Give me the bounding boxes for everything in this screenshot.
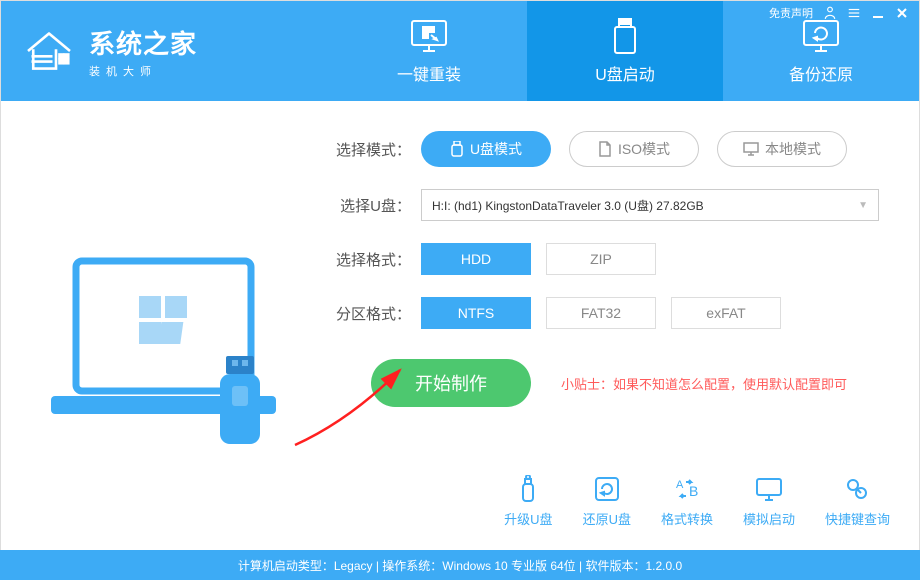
chevron-down-icon: ▼	[858, 200, 868, 211]
row-select-mode: 选择模式： U盘模式 ISO模式 本地模式	[331, 131, 879, 167]
format-zip-button[interactable]: ZIP	[546, 243, 656, 275]
logo-subtitle: 装机大师	[89, 63, 197, 79]
action-restore-usb[interactable]: 还原U盘	[583, 473, 631, 528]
action-label: 快捷键查询	[825, 509, 890, 528]
action-label: 模拟启动	[743, 509, 795, 528]
opt-label: FAT32	[581, 305, 621, 321]
row-select-usb: 选择U盘： H:I: (hd1) KingstonDataTraveler 3.…	[331, 189, 879, 221]
action-label: 格式转换	[661, 509, 713, 528]
logo-title: 系统之家	[89, 24, 197, 61]
action-label: 升级U盘	[504, 509, 552, 528]
illustration	[1, 131, 331, 531]
mode-usb-button[interactable]: U盘模式	[421, 131, 551, 167]
mode-btn-label: ISO模式	[618, 139, 670, 159]
partition-ntfs-button[interactable]: NTFS	[421, 297, 531, 329]
action-hotkey-query[interactable]: 快捷键查询	[825, 473, 890, 528]
label-select-mode: 选择模式：	[331, 139, 421, 160]
hotkey-icon	[843, 473, 871, 505]
convert-icon: AB	[672, 473, 702, 505]
header: 免责声明 系统之家 装机大师 一键重装 U盘启动	[1, 1, 919, 101]
usb-nav-icon	[610, 17, 640, 55]
opt-label: HDD	[461, 251, 491, 267]
monitor-reinstall-icon	[409, 17, 449, 55]
format-hdd-button[interactable]: HDD	[421, 243, 531, 275]
usb-upgrade-icon	[515, 473, 541, 505]
label-select-format: 选择格式：	[331, 249, 421, 270]
svg-text:B: B	[689, 483, 698, 499]
tab-label: 备份还原	[789, 61, 853, 85]
tip-text: 小贴士：如果不知道怎么配置，使用默认配置即可	[561, 374, 847, 393]
laptop-usb-illustration-icon	[41, 246, 291, 456]
content: 选择模式： U盘模式 ISO模式 本地模式 选择U盘： H:I: (hd1) K…	[1, 101, 919, 531]
mode-btn-label: U盘模式	[470, 139, 522, 159]
bottom-actions: 升级U盘 还原U盘 AB 格式转换 模拟启动 快捷键查询	[504, 473, 890, 528]
start-btn-label: 开始制作	[415, 370, 487, 396]
usb-select-dropdown[interactable]: H:I: (hd1) KingstonDataTraveler 3.0 (U盘)…	[421, 189, 879, 221]
opt-label: exFAT	[706, 305, 745, 321]
monitor-small-icon	[743, 142, 759, 156]
label-partition-format: 分区格式：	[331, 303, 421, 324]
action-simulate-boot[interactable]: 模拟启动	[743, 473, 795, 528]
logo: 系统之家 装机大师	[1, 1, 331, 101]
label-select-usb: 选择U盘：	[331, 195, 421, 216]
tab-usb-boot[interactable]: U盘启动	[527, 1, 723, 101]
tab-backup[interactable]: 备份还原	[723, 1, 919, 101]
monitor-icon	[754, 473, 784, 505]
opt-label: NTFS	[458, 305, 495, 321]
mode-local-button[interactable]: 本地模式	[717, 131, 847, 167]
mode-iso-button[interactable]: ISO模式	[569, 131, 699, 167]
action-label: 还原U盘	[583, 509, 631, 528]
restore-icon	[593, 473, 621, 505]
opt-label: ZIP	[590, 251, 612, 267]
mode-btn-label: 本地模式	[765, 139, 821, 159]
usb-small-icon	[450, 141, 464, 157]
status-bar: 计算机启动类型：Legacy | 操作系统：Windows 10 专业版 64位…	[0, 550, 920, 580]
tab-label: 一键重装	[397, 61, 461, 85]
start-area: 开始制作 小贴士：如果不知道怎么配置，使用默认配置即可	[331, 359, 879, 407]
options-panel: 选择模式： U盘模式 ISO模式 本地模式 选择U盘： H:I: (hd1) K…	[331, 131, 919, 531]
file-icon	[598, 141, 612, 157]
tab-label: U盘启动	[595, 61, 655, 85]
house-logo-icon	[21, 23, 77, 79]
start-button[interactable]: 开始制作	[371, 359, 531, 407]
usb-select-value: H:I: (hd1) KingstonDataTraveler 3.0 (U盘)…	[432, 197, 704, 214]
partition-exfat-button[interactable]: exFAT	[671, 297, 781, 329]
action-upgrade-usb[interactable]: 升级U盘	[504, 473, 552, 528]
nav-tabs: 一键重装 U盘启动 备份还原	[331, 1, 919, 101]
tab-reinstall[interactable]: 一键重装	[331, 1, 527, 101]
row-select-format: 选择格式： HDD ZIP	[331, 243, 879, 275]
monitor-backup-icon	[801, 17, 841, 55]
svg-text:A: A	[676, 479, 684, 491]
row-partition-format: 分区格式： NTFS FAT32 exFAT	[331, 297, 879, 329]
partition-fat32-button[interactable]: FAT32	[546, 297, 656, 329]
action-format-convert[interactable]: AB 格式转换	[661, 473, 713, 528]
status-text: 计算机启动类型：Legacy | 操作系统：Windows 10 专业版 64位…	[238, 557, 682, 574]
